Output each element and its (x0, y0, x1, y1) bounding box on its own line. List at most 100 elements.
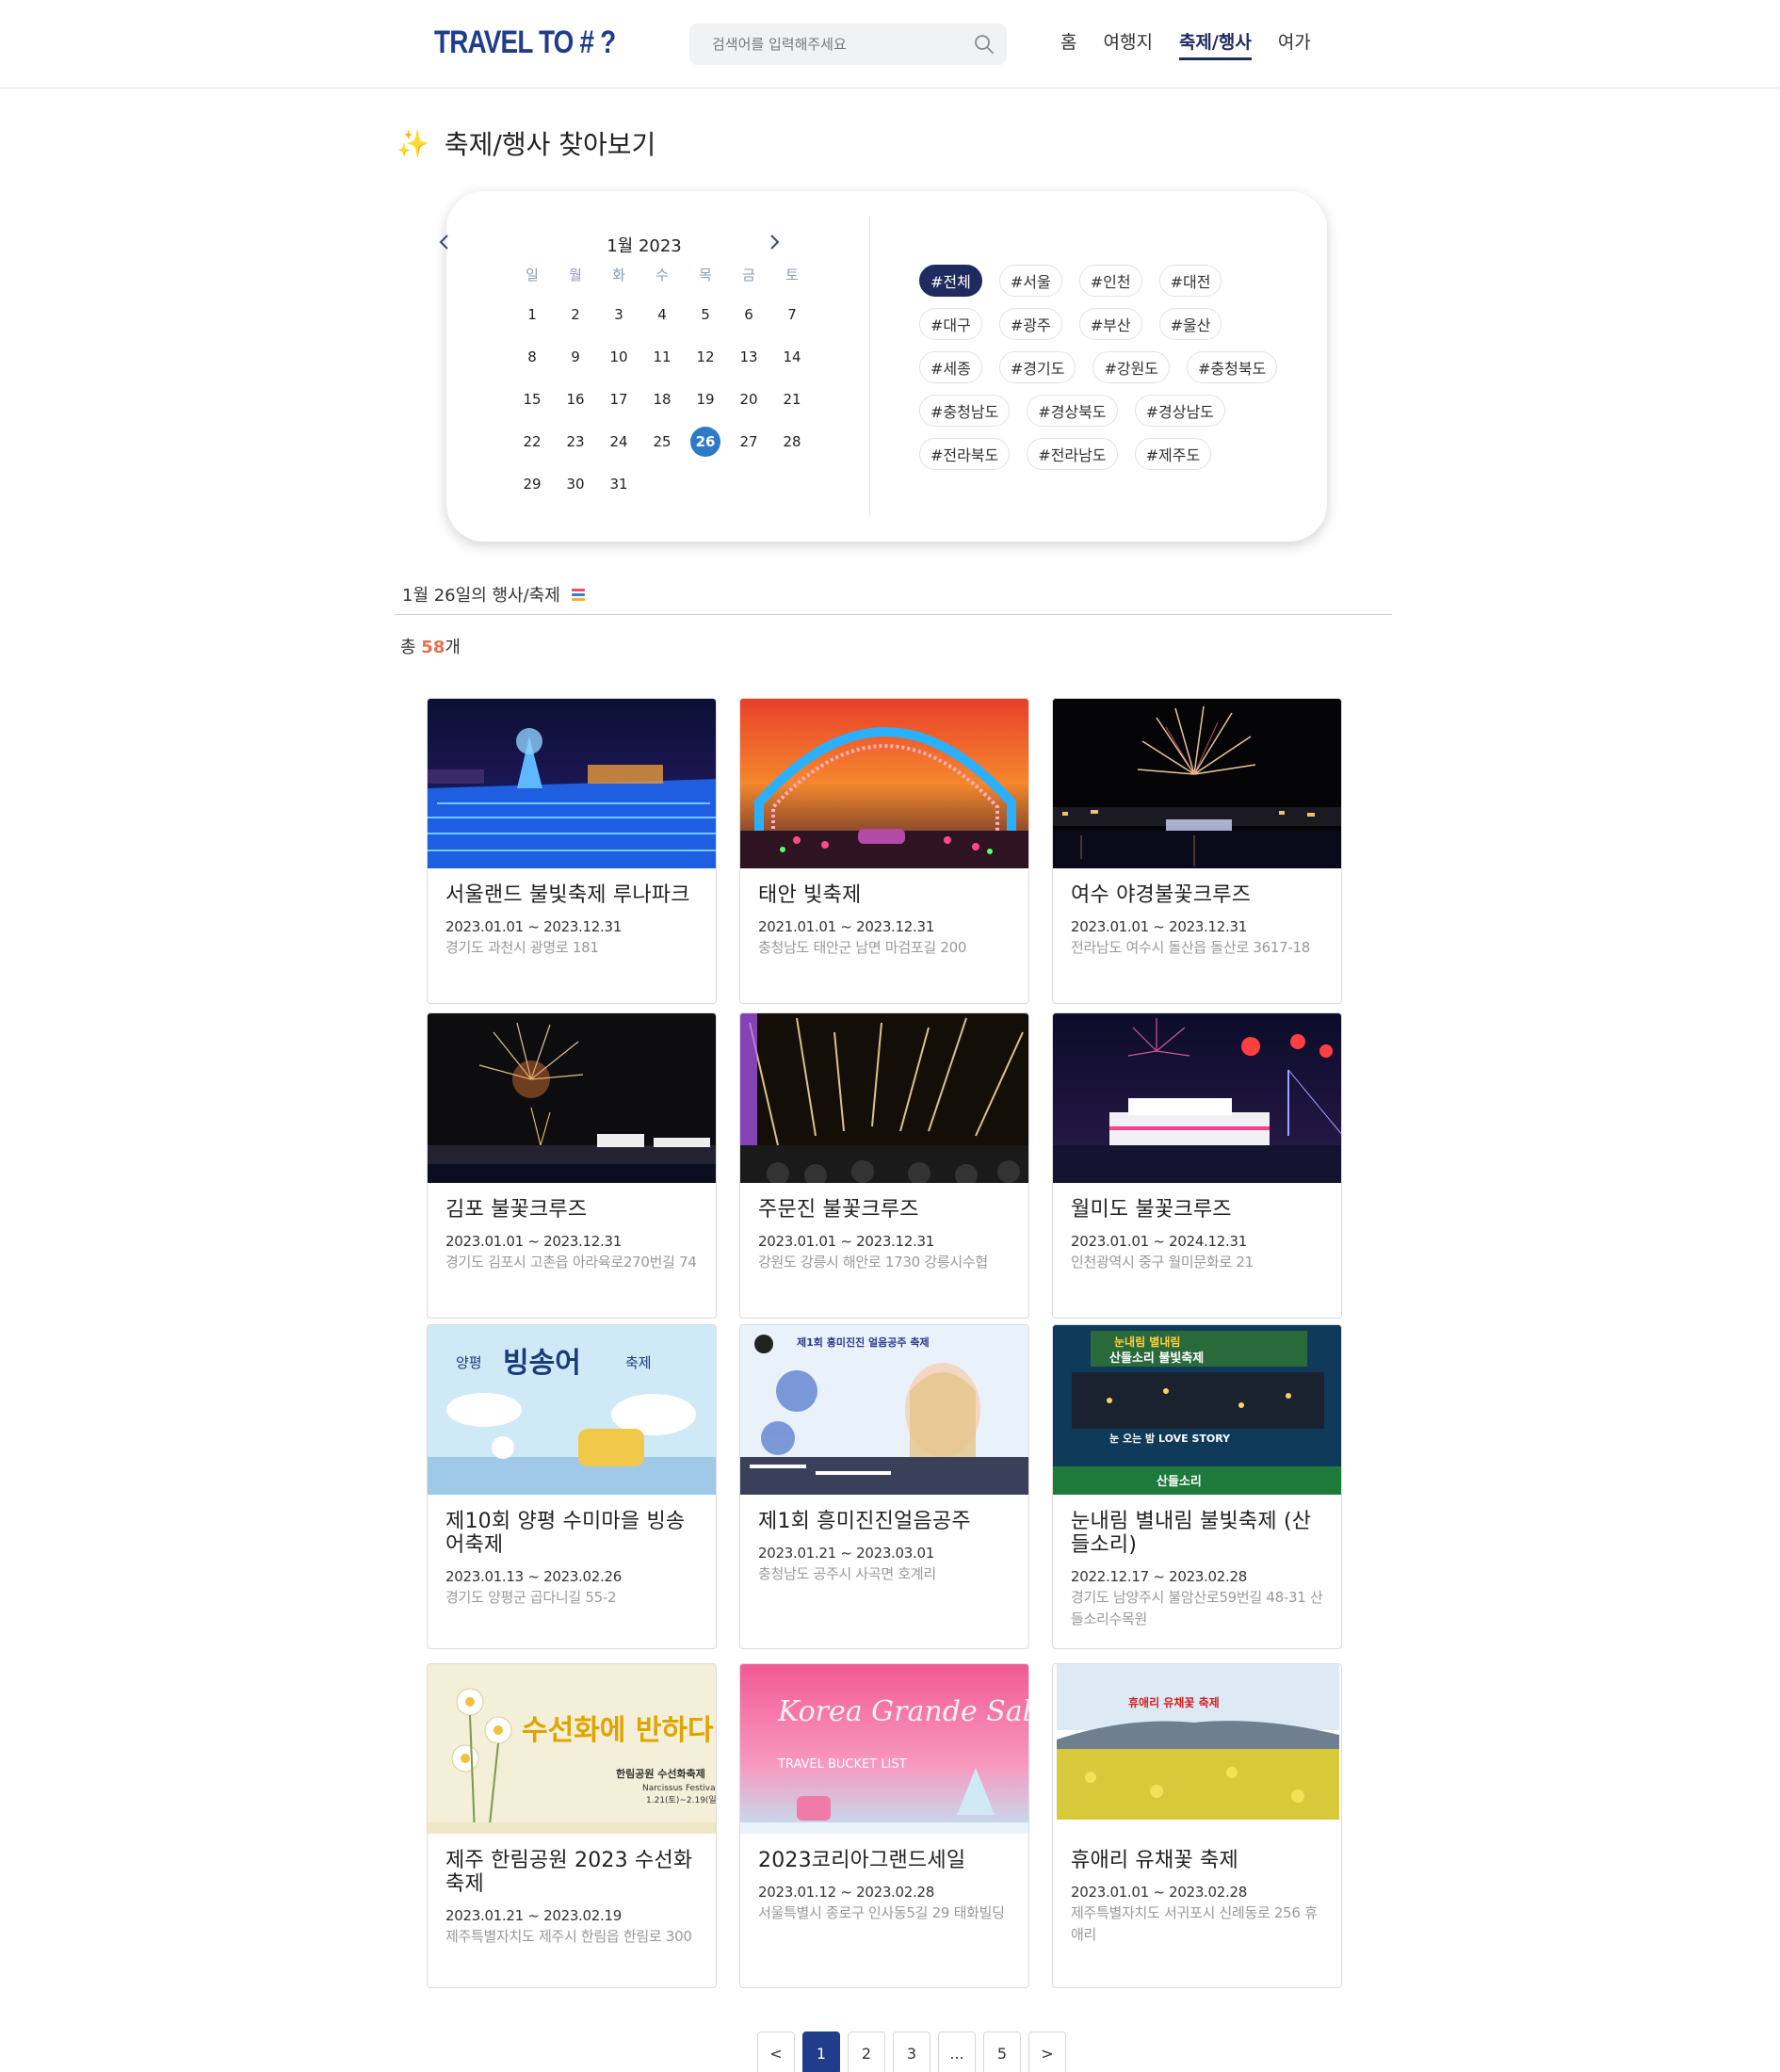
calendar-day-number: 18 (653, 390, 672, 408)
card-date: 2023.01.21 ~ 2023.02.19 (445, 1907, 622, 1924)
calendar-day[interactable]: 29 (510, 462, 554, 505)
page-button[interactable]: 1 (802, 2032, 840, 2072)
results-total: 총 58개 (400, 634, 461, 658)
festival-card[interactable]: 제1회 흥미진진 얼음공주 축제 제1회 흥미진진얼음공주 2023.01.21… (739, 1324, 1029, 1649)
region-tag[interactable]: #충청북도 (1187, 351, 1278, 383)
calendar-day[interactable]: 12 (684, 335, 727, 378)
calendar-day[interactable]: 11 (640, 335, 684, 378)
card-title: 제주 한림공원 2023 수선화축제 (445, 1849, 693, 1896)
poster-text: 눈내림 별내림 (1114, 1335, 1180, 1349)
nav-home[interactable]: 홈 (1060, 28, 1076, 60)
calendar-day[interactable]: 24 (597, 420, 640, 462)
region-tag[interactable]: #제주도 (1134, 438, 1212, 470)
calendar-day-number: 4 (657, 305, 667, 323)
festival-card[interactable]: 양평 빙송어 축제 제10회 양평 수미마을 빙송어축제 2023.01.13 … (427, 1324, 717, 1649)
page-button[interactable]: 5 (983, 2032, 1021, 2072)
calendar-day[interactable]: 30 (554, 462, 597, 505)
festival-card[interactable]: 김포 불꽃크루즈 2023.01.01 ~ 2023.12.31 경기도 김포시… (427, 1012, 717, 1319)
nav-leisure[interactable]: 여가 (1278, 28, 1311, 60)
calendar-day[interactable]: 14 (770, 335, 814, 378)
festival-card[interactable]: Korea Grande Sale TRAVEL BUCKET LIST 202… (739, 1663, 1029, 1988)
card-address: 경기도 김포시 고촌읍 아라육로270번길 74 (445, 1254, 697, 1271)
festival-card[interactable]: 태안 빛축제 2021.01.01 ~ 2023.12.31 충청남도 태안군 … (739, 698, 1029, 1004)
festival-card[interactable]: 월미도 불꽃크루즈 2023.01.01 ~ 2024.12.31 인천광역시 … (1052, 1012, 1342, 1319)
poster-text: 수선화에 반하다 (522, 1714, 714, 1747)
calendar-day[interactable]: 20 (727, 378, 770, 420)
calendar-day[interactable]: 1 (510, 293, 554, 335)
calendar-day[interactable]: 3 (597, 293, 640, 335)
region-tag[interactable]: #강원도 (1092, 351, 1171, 383)
region-tag[interactable]: #세종 (919, 351, 982, 383)
calendar-day[interactable]: 13 (727, 335, 770, 378)
calendar-day[interactable]: 6 (727, 293, 770, 335)
region-tag[interactable]: #전체 (919, 265, 982, 297)
region-tag[interactable]: #광주 (998, 308, 1062, 340)
region-tag[interactable]: #전라남도 (1027, 438, 1118, 470)
calendar-day-number: 15 (523, 390, 542, 408)
chevron-right-icon[interactable] (763, 231, 785, 253)
poster-text: 양평 (456, 1354, 482, 1371)
calendar-day[interactable]: 4 (640, 293, 684, 335)
weekday-label: 화 (612, 267, 625, 283)
region-tag[interactable]: #대구 (919, 308, 982, 340)
site-logo[interactable]: TRAVEL TO # ? (434, 24, 616, 61)
region-tag[interactable]: #전라북도 (919, 438, 1011, 470)
calendar-day[interactable]: 27 (727, 420, 770, 462)
region-tag[interactable]: #대전 (1158, 265, 1222, 297)
calendar-day[interactable]: 7 (770, 293, 814, 335)
card-image: 수선화에 반하다 한림공원 수선화축제 Narcissus Festival 1… (428, 1664, 716, 1834)
region-tag[interactable]: #인천 (1078, 265, 1142, 297)
region-tag[interactable]: #울산 (1158, 308, 1222, 340)
festival-card[interactable]: 여수 야경불꽃크루즈 2023.01.01 ~ 2023.12.31 전라남도 … (1052, 698, 1342, 1004)
calendar-day[interactable]: 2 (554, 293, 597, 335)
calendar-day[interactable]: 8 (510, 335, 554, 378)
card-image: 양평 빙송어 축제 (428, 1325, 716, 1495)
calendar-day[interactable]: 18 (640, 378, 684, 420)
calendar-day[interactable]: 21 (770, 378, 814, 420)
calendar-day[interactable]: 16 (554, 378, 597, 420)
calendar-day[interactable]: 17 (597, 378, 640, 420)
calendar-day[interactable]: 23 (554, 420, 597, 462)
region-tag[interactable]: #충청남도 (919, 395, 1011, 427)
card-title: 휴애리 유채꽃 축제 (1071, 1849, 1238, 1872)
calendar-day[interactable]: 5 (684, 293, 727, 335)
page-button[interactable]: 3 (893, 2032, 930, 2072)
festival-card[interactable]: 수선화에 반하다 한림공원 수선화축제 Narcissus Festival 1… (427, 1663, 717, 1988)
calendar-day[interactable]: 9 (554, 335, 597, 378)
festival-card[interactable]: 서울랜드 불빛축제 루나파크 2023.01.01 ~ 2023.12.31 경… (427, 698, 717, 1004)
calendar-day-number: 10 (609, 348, 628, 365)
nav-destinations[interactable]: 여행지 (1103, 28, 1152, 60)
poster-text: Korea Grande Sale (777, 1695, 1028, 1728)
weekday-label: 일 (526, 267, 539, 283)
festival-card[interactable]: 휴애리 유채꽃 축제 휴애리 유채꽃 축제 2023.01.01 ~ 2023.… (1052, 1663, 1342, 1988)
region-tag[interactable]: #서울 (998, 265, 1062, 297)
calendar-day[interactable]: 19 (684, 378, 727, 420)
prev-page-button[interactable]: < (757, 2032, 795, 2072)
next-page-button[interactable]: > (1028, 2032, 1066, 2072)
calendar-day[interactable]: 31 (597, 462, 640, 505)
card-title: 태안 빛축제 (758, 883, 862, 907)
calendar-day[interactable]: 15 (510, 378, 554, 420)
search-input[interactable] (712, 24, 957, 65)
region-tag[interactable]: #부산 (1078, 308, 1142, 340)
region-tag[interactable]: #경상북도 (1027, 395, 1118, 427)
calendar-day[interactable]: 26 (684, 420, 727, 462)
calendar-day[interactable]: 22 (510, 420, 554, 462)
poster-text: 빙송어 (503, 1347, 581, 1380)
calendar-day-number: 23 (566, 432, 585, 450)
calendar-day[interactable]: 25 (640, 420, 684, 462)
chevron-left-icon[interactable] (433, 231, 456, 253)
page-button[interactable]: 2 (848, 2032, 885, 2072)
region-tag[interactable]: #경기도 (998, 351, 1076, 383)
card-address: 서울특별시 종로구 인사동5길 29 태화빌딩 (758, 1904, 1005, 1921)
calendar-day[interactable]: 28 (770, 420, 814, 462)
search-icon[interactable] (973, 33, 995, 56)
region-tag[interactable]: #경상남도 (1134, 395, 1225, 427)
festival-card[interactable]: 주문진 불꽃크루즈 2023.01.01 ~ 2023.12.31 강원도 강릉… (739, 1012, 1029, 1319)
festival-card[interactable]: 눈내림 별내림 산들소리 불빛축제 눈 오는 밤 LOVE STORY 산들소리… (1052, 1324, 1342, 1649)
card-address: 충청남도 태안군 남면 마검포길 200 (758, 939, 967, 956)
nav-festivals[interactable]: 축제/행사 (1178, 28, 1252, 60)
card-body: 제10회 양평 수미마을 빙송어축제 2023.01.13 ~ 2023.02.… (428, 1495, 716, 1620)
calendar-day[interactable]: 10 (597, 335, 640, 378)
calendar-day-number: 27 (739, 432, 758, 450)
